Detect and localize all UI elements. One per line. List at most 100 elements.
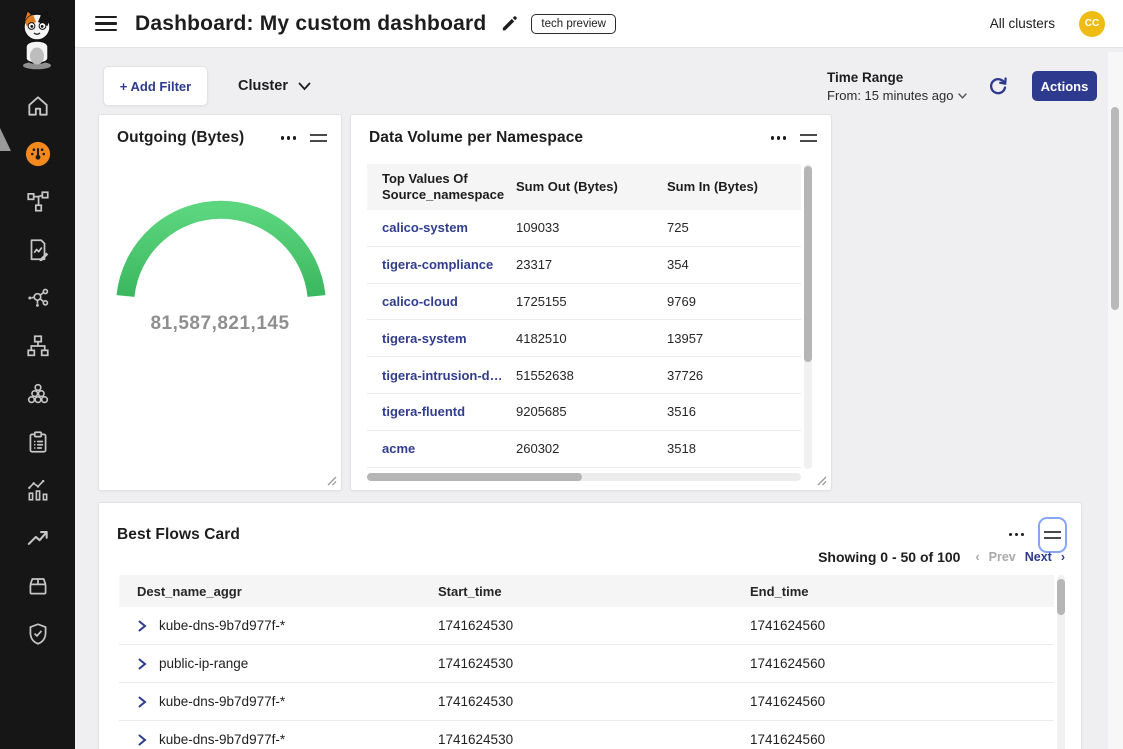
home-icon	[25, 93, 51, 119]
refresh-icon	[986, 74, 1010, 98]
sum-in-value: 13957	[652, 331, 801, 346]
start-time-value: 1741624530	[420, 732, 732, 747]
table-row: kube-dns-9b7d977f-* 1741624530 174162456…	[119, 607, 1054, 645]
cluster-dropdown-label: Cluster	[238, 78, 288, 94]
expand-row-chevron-icon[interactable]	[137, 696, 147, 708]
card-menu-icon[interactable]	[771, 132, 786, 143]
dest-name-value: kube-dns-9b7d977f-*	[159, 732, 285, 747]
dest-name-value: kube-dns-9b7d977f-*	[159, 618, 285, 633]
sidebar-item-image-assurance[interactable]	[0, 562, 75, 610]
sidebar-item-reports[interactable]	[0, 226, 75, 274]
card-header: Best Flows Card	[99, 503, 1081, 553]
table-vertical-scrollbar[interactable]	[1057, 575, 1065, 749]
storage-box-icon	[25, 573, 51, 599]
table-row: kube-dns-9b7d977f-* 1741624530 174162456…	[119, 683, 1054, 721]
trending-arrow-icon	[25, 525, 51, 551]
namespace-link[interactable]: calico-system	[367, 220, 501, 235]
prev-chevron-icon[interactable]: ‹	[975, 551, 979, 564]
sidebar-item-network-topology[interactable]	[0, 322, 75, 370]
namespace-link[interactable]: calico-cloud	[367, 294, 501, 309]
dest-name-value: kube-dns-9b7d977f-*	[159, 694, 285, 709]
card-title: Data Volume per Namespace	[369, 129, 583, 147]
column-header: Top Values Of Source_namespace	[367, 171, 501, 204]
next-button[interactable]: Next	[1025, 550, 1052, 564]
topbar: Dashboard: My custom dashboard tech prev…	[75, 0, 1123, 48]
table-row: tigera-fluentd 9205685 3516	[367, 394, 801, 431]
workload-cluster-icon	[25, 381, 51, 407]
calico-cat-logo	[12, 8, 62, 70]
cluster-dropdown[interactable]: Cluster	[238, 75, 311, 97]
sidebar-item-statistics[interactable]	[0, 466, 75, 514]
sidebar-item-compliance[interactable]	[0, 610, 75, 658]
sum-out-value: 1725155	[501, 294, 652, 309]
sidebar-item-flow-visualizations[interactable]	[0, 178, 75, 226]
card-drag-handle-icon[interactable]	[310, 130, 327, 146]
sidebar-item-policies[interactable]	[0, 418, 75, 466]
flows-table: Dest_name_aggr Start_time End_time kube-…	[119, 575, 1054, 749]
user-avatar[interactable]: CC	[1079, 11, 1105, 37]
sum-in-value: 725	[652, 220, 801, 235]
network-tree-icon	[25, 333, 51, 359]
expand-row-chevron-icon[interactable]	[137, 620, 147, 632]
sum-in-value: 3516	[652, 404, 801, 419]
prev-button[interactable]: Prev	[989, 550, 1016, 564]
edit-dashboard-button[interactable]	[500, 14, 519, 33]
shield-check-icon	[25, 621, 51, 647]
namespace-link[interactable]: acme	[367, 441, 501, 456]
time-range-from-selector[interactable]: From: 15 minutes ago	[827, 88, 967, 103]
report-edit-icon	[25, 237, 51, 263]
start-time-value: 1741624530	[420, 694, 732, 709]
resize-corner-icon[interactable]	[817, 476, 827, 486]
dest-name-value: public-ip-range	[159, 656, 248, 671]
flow-nodes-icon	[25, 189, 51, 215]
card-menu-icon[interactable]	[1009, 529, 1024, 540]
refresh-button[interactable]	[986, 74, 1010, 98]
sidebar-item-threat-feeds[interactable]	[0, 514, 75, 562]
menu-hamburger-icon[interactable]	[95, 16, 117, 32]
sidebar-item-home[interactable]	[0, 82, 75, 130]
namespace-link[interactable]: tigera-compliance	[367, 257, 501, 272]
card-title: Outgoing (Bytes)	[117, 129, 244, 147]
namespace-link[interactable]: tigera-fluentd	[367, 404, 501, 419]
table-row: kube-dns-9b7d977f-* 1741624530 174162456…	[119, 721, 1054, 749]
data-volume-card: Data Volume per Namespace Top Values Of …	[350, 114, 832, 491]
next-chevron-icon[interactable]: ›	[1061, 551, 1065, 564]
page-vertical-scrollbar[interactable]	[1108, 52, 1123, 749]
expand-row-chevron-icon[interactable]	[137, 734, 147, 746]
start-time-value: 1741624530	[420, 618, 732, 633]
namespace-link[interactable]: tigera-intrusion-d…	[367, 368, 501, 383]
column-header: Sum In (Bytes)	[652, 179, 801, 195]
table-row: calico-system 109033 725	[367, 210, 801, 247]
start-time-value: 1741624530	[420, 656, 732, 671]
card-drag-handle-icon[interactable]	[800, 130, 817, 146]
sidebar-item-workloads[interactable]	[0, 370, 75, 418]
pagination-status: Showing 0 - 50 of 100	[818, 549, 960, 565]
page: Dashboard: My custom dashboard tech prev…	[0, 0, 1123, 749]
sidebar-item-dashboard[interactable]	[0, 130, 75, 178]
namespace-link[interactable]: tigera-system	[367, 331, 501, 346]
card-drag-handle-icon-focused[interactable]	[1038, 517, 1067, 553]
all-clusters-selector[interactable]: All clusters	[990, 16, 1055, 31]
expand-row-chevron-icon[interactable]	[137, 658, 147, 670]
dashboard-gauge-icon	[25, 141, 51, 167]
time-range-from-value: From: 15 minutes ago	[827, 88, 953, 103]
table-row: tigera-intrusion-d… 51552638 37726	[367, 357, 801, 394]
table-row: tigera-system 4182510 13957	[367, 320, 801, 357]
card-menu-icon[interactable]	[281, 132, 296, 143]
table-vertical-scrollbar[interactable]	[804, 164, 812, 469]
column-header: Dest_name_aggr	[119, 584, 420, 599]
table-horizontal-scrollbar[interactable]	[367, 473, 801, 481]
sidebar-nav	[0, 82, 75, 658]
resize-corner-icon[interactable]	[327, 476, 337, 486]
add-filter-button[interactable]: + Add Filter	[103, 66, 208, 106]
actions-button[interactable]: Actions	[1032, 71, 1097, 101]
gauge-value: 81,587,821,145	[99, 313, 341, 335]
tech-preview-badge: tech preview	[531, 14, 616, 34]
sum-out-value: 4182510	[501, 331, 652, 346]
pagination: Showing 0 - 50 of 100 ‹ Prev Next ›	[818, 549, 1065, 565]
table-header-row: Dest_name_aggr Start_time End_time	[119, 575, 1054, 607]
sidebar-item-service-graph[interactable]	[0, 274, 75, 322]
column-header: Sum Out (Bytes)	[501, 179, 652, 195]
table-row: tigera-compliance 23317 354	[367, 247, 801, 284]
outgoing-bytes-card: Outgoing (Bytes) 81,587,821,145	[98, 114, 342, 491]
